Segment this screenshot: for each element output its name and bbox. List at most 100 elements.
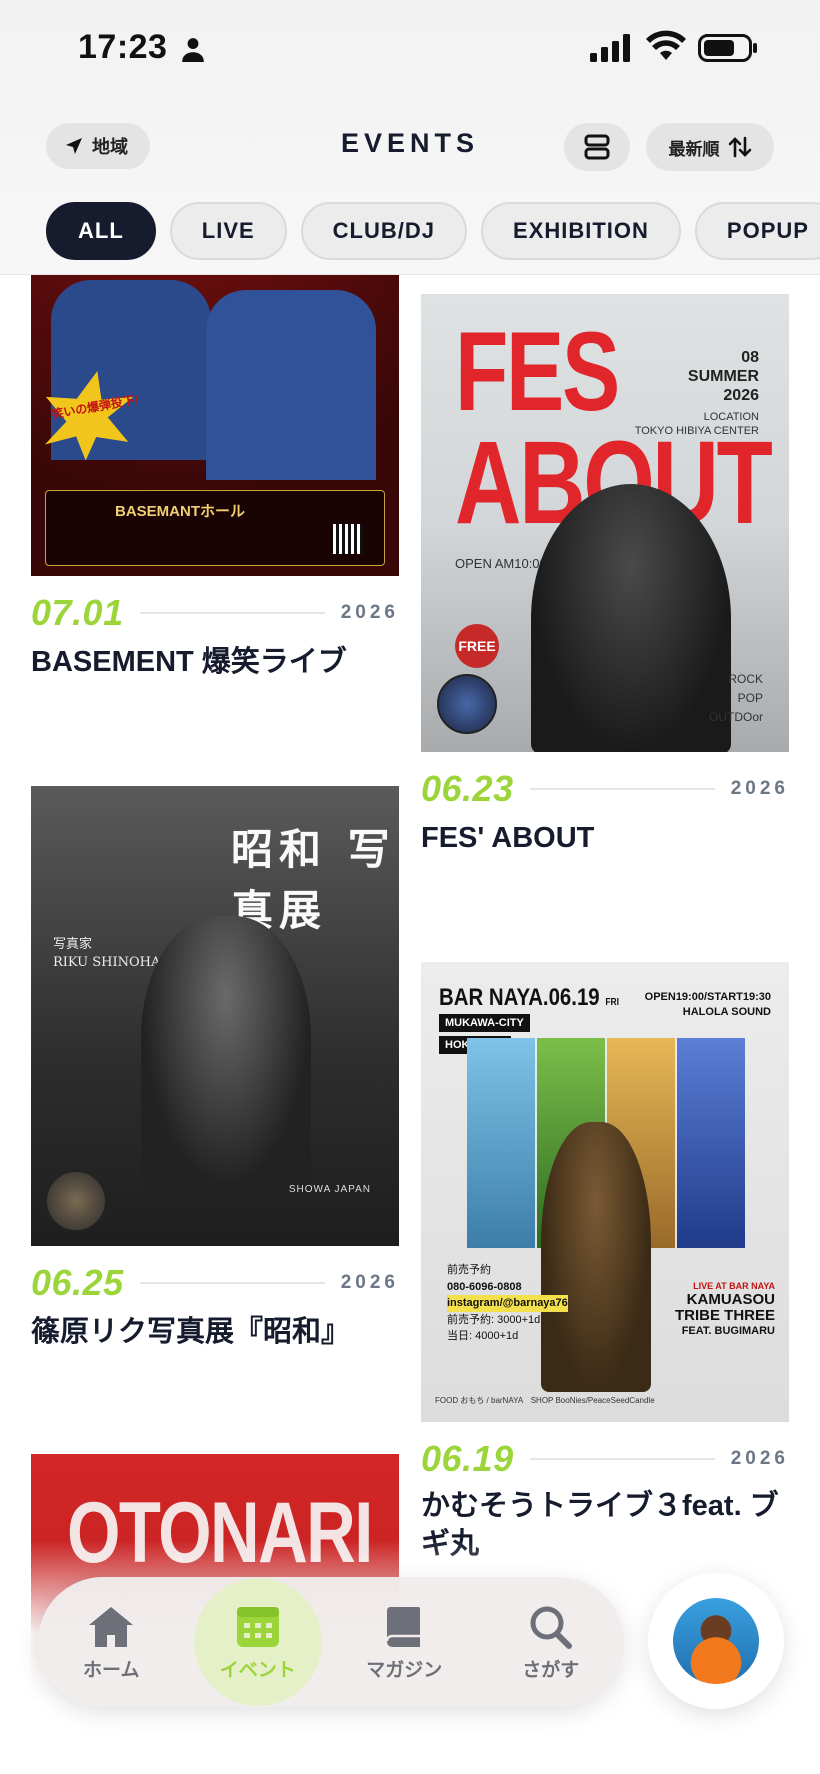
status-bar: 17:23 xyxy=(0,0,820,100)
home-icon xyxy=(89,1606,134,1647)
poster-open-time: OPEN AM10:00 xyxy=(455,556,547,571)
poster-title: 昭和 写真展 xyxy=(231,825,396,935)
filter-chip-all[interactable]: ALL xyxy=(46,202,156,260)
wifi-icon xyxy=(646,30,686,60)
poster-meta-date: 08 xyxy=(741,349,759,366)
poster-heading: BAR NAYA.06.19 FRI xyxy=(439,984,619,1012)
poster-genre: OUTDOor xyxy=(709,710,763,725)
person-icon xyxy=(182,38,204,62)
poster-act-line: KAMUASOU xyxy=(686,1290,775,1308)
event-year: 2026 xyxy=(730,1448,789,1469)
poster-price: 当日: 4000+1d xyxy=(447,1330,519,1342)
tab-bar: ホーム イベント マガジン さがす xyxy=(38,1577,624,1707)
tab-label: マガジン xyxy=(366,1659,443,1681)
filter-chip-exhibition[interactable]: EXHIBITION xyxy=(481,202,681,260)
poster-meta-year: 2026 xyxy=(723,387,759,405)
poster-booking: 前売予約 080-6096-0808 instagram/@barnaya76 … xyxy=(447,1262,568,1345)
filter-chip-club-dj[interactable]: CLUB/DJ xyxy=(300,202,468,260)
event-date-row: 06.23 2026 xyxy=(421,768,789,810)
tab-label: イベント xyxy=(219,1659,296,1681)
filter-chip-live[interactable]: LIVE xyxy=(169,202,287,260)
sort-arrows-icon xyxy=(728,136,751,158)
sort-label: 最新順 xyxy=(668,139,720,159)
poster-subtitle: SHOWA JAPAN xyxy=(288,1184,371,1195)
battery-icon xyxy=(698,34,757,62)
guitarist-photo xyxy=(531,484,731,752)
poster-venue: BASEMANTホール xyxy=(115,503,245,520)
status-time: 17:23 xyxy=(78,28,168,66)
calendar-icon xyxy=(236,1606,279,1647)
poster-heading-day: FRI xyxy=(605,997,620,1008)
event-card[interactable]: 昭和 写真展 写真家 RIKU SHINOHARA SHOWA JAPAN 06… xyxy=(31,786,399,1348)
event-date: 06.19 xyxy=(421,1438,514,1479)
portrait-photo xyxy=(141,916,311,1186)
poster-open-time: OPEN19:00/START19:30 xyxy=(644,991,771,1003)
event-date: 07.01 xyxy=(31,592,124,633)
performer-figure xyxy=(541,1122,651,1392)
poster-genre: POP xyxy=(737,691,763,706)
tab-search[interactable]: さがす xyxy=(478,1577,625,1707)
poster-booking-label: 前売予約 xyxy=(447,1264,491,1276)
organizer-avatar[interactable] xyxy=(437,674,497,734)
photo-panel xyxy=(467,1038,535,1248)
layout-toggle-button[interactable] xyxy=(564,123,630,171)
poster-footer: FOOD おもち / barNAYA SHOP BooNies/PeaceSee… xyxy=(435,1396,655,1405)
event-date: 06.25 xyxy=(31,1262,124,1303)
divider xyxy=(529,788,715,790)
poster-meta: 08 SUMMER 2026 xyxy=(688,348,759,406)
divider xyxy=(529,1458,715,1460)
tab-magazine[interactable]: マガジン xyxy=(331,1577,478,1707)
event-year: 2026 xyxy=(340,602,399,623)
app-screen: 笑いの爆弾投下! BASEMANTホール 07.01 2026 BASEMENT… xyxy=(0,0,820,1774)
event-title[interactable]: 篠原リク写真展『昭和』 xyxy=(31,1314,399,1352)
event-date-row: 07.01 2026 xyxy=(31,592,399,634)
tab-events[interactable]: イベント xyxy=(185,1577,332,1707)
event-year: 2026 xyxy=(340,1272,399,1293)
organizer-avatar[interactable] xyxy=(45,1170,107,1232)
photo-panel xyxy=(677,1038,745,1248)
sort-button[interactable]: 最新順 xyxy=(646,123,774,171)
poster-heading-text: BAR NAYA.06.19 xyxy=(439,984,600,1011)
poster-act-line: TRIBE THREE xyxy=(674,1307,775,1325)
poster-location: LOCATION TOKYO HIBIYA CENTER xyxy=(635,410,759,439)
poster-act-line: FEAT. BUGIMARU xyxy=(681,1324,775,1337)
event-title[interactable]: BASEMENT 爆笑ライブ xyxy=(31,644,399,682)
event-poster[interactable]: BAR NAYA.06.19 FRI OPEN19:00/START19:30 … xyxy=(421,962,789,1422)
poster-tag: MUKAWA-CITY xyxy=(439,1014,530,1032)
poster-genre: ROCK xyxy=(728,672,763,686)
poster-phone: 080-6096-0808 xyxy=(447,1280,522,1293)
tab-home[interactable]: ホーム xyxy=(38,1577,185,1707)
filter-chip-popup[interactable]: POPUP xyxy=(694,202,820,260)
book-icon xyxy=(386,1606,421,1647)
event-date-row: 06.25 2026 xyxy=(31,1262,399,1304)
event-title[interactable]: FES' ABOUT xyxy=(421,820,789,858)
poster-location-value: TOKYO HIBIYA CENTER xyxy=(634,425,759,438)
performer-figure xyxy=(206,290,376,480)
poster-price: 前売予約: 3000+1d xyxy=(447,1313,541,1326)
qr-code xyxy=(333,524,363,554)
profile-button[interactable] xyxy=(648,1573,784,1709)
event-date: 06.23 xyxy=(421,768,514,809)
event-card[interactable]: BAR NAYA.06.19 FRI OPEN19:00/START19:30 … xyxy=(421,962,789,1560)
event-date-row: 06.19 2026 xyxy=(421,1438,789,1480)
poster-location-label: LOCATION xyxy=(703,411,759,423)
event-poster[interactable]: FES ABOUT 08 SUMMER 2026 LOCATION TOKYO … xyxy=(421,294,789,752)
event-card[interactable]: FES ABOUT 08 SUMMER 2026 LOCATION TOKYO … xyxy=(421,294,789,854)
poster-act: LIVE AT BAR NAYA KAMUASOU TRIBE THREE FE… xyxy=(674,1281,775,1337)
divider xyxy=(139,612,325,614)
poster-line1: FES xyxy=(455,309,620,434)
poster-meta-season: SUMMER xyxy=(687,368,759,386)
free-badge: FREE xyxy=(455,624,499,668)
tab-label: ホーム xyxy=(83,1659,140,1681)
divider xyxy=(139,1282,325,1284)
poster-photographer-ja: 写真家 xyxy=(53,937,93,952)
event-year: 2026 xyxy=(730,778,789,799)
search-icon xyxy=(530,1606,572,1649)
event-poster[interactable]: 昭和 写真展 写真家 RIKU SHINOHARA SHOWA JAPAN xyxy=(31,786,399,1246)
cellular-signal-icon xyxy=(590,34,630,62)
poster-sound: HALOLA SOUND xyxy=(682,1006,771,1019)
avatar xyxy=(673,1598,759,1684)
poster-genres: ROCK POP OUTDOor xyxy=(709,670,763,728)
list-layout-icon xyxy=(584,134,610,160)
poster-instagram: instagram/@barnaya76 xyxy=(447,1295,568,1312)
